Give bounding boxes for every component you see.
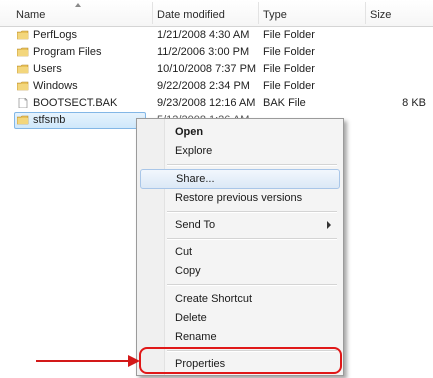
menu-item-label: Open: [175, 126, 204, 138]
menu-item-label: Rename: [175, 331, 217, 343]
file-name: PerfLogs: [33, 29, 78, 41]
folder-icon: [17, 47, 29, 57]
file-date: 1/21/2008 4:30 AM: [157, 29, 250, 41]
file-date: 10/10/2008 7:37 PM: [157, 63, 257, 75]
menu-item-delete[interactable]: Delete: [139, 309, 339, 327]
file-date: 9/22/2008 2:34 PM: [157, 80, 250, 92]
file-name: Program Files: [33, 46, 102, 58]
file-row-users[interactable]: Users 10/10/2008 7:37 PM File Folder: [0, 61, 433, 78]
submenu-arrow-icon: [327, 221, 331, 229]
menu-item-open[interactable]: Open: [139, 123, 339, 141]
file-type: File Folder: [263, 46, 315, 58]
folder-icon: [17, 30, 29, 40]
menu-item-copy[interactable]: Copy: [139, 262, 339, 280]
file-row-windows[interactable]: Windows 9/22/2008 2:34 PM File Folder: [0, 78, 433, 95]
menu-item-share[interactable]: Share...: [140, 169, 340, 189]
file-date: 11/2/2006 3:00 PM: [157, 46, 250, 58]
file-icon: [18, 98, 28, 108]
file-name: Windows: [33, 80, 78, 92]
file-type: File Folder: [263, 29, 315, 41]
column-divider[interactable]: [365, 2, 366, 24]
menu-item-send-to[interactable]: Send To: [139, 216, 339, 234]
menu-separator: [167, 284, 337, 286]
menu-item-restore-previous-versions[interactable]: Restore previous versions: [139, 189, 339, 207]
file-name: BOOTSECT.BAK: [33, 97, 118, 109]
menu-item-explore[interactable]: Explore: [139, 142, 339, 160]
column-header-date-modified[interactable]: Date modified: [157, 9, 225, 21]
sort-ascending-icon: [75, 3, 81, 7]
menu-item-cut[interactable]: Cut: [139, 243, 339, 261]
menu-item-create-shortcut[interactable]: Create Shortcut: [139, 290, 339, 308]
menu-item-label: Share...: [176, 173, 215, 185]
folder-icon: [17, 81, 29, 91]
menu-item-label: Explore: [175, 145, 213, 157]
file-type: File Folder: [263, 80, 315, 92]
file-date: 9/23/2008 12:16 AM: [157, 97, 256, 109]
file-row-program-files[interactable]: Program Files 11/2/2006 3:00 PM File Fol…: [0, 44, 433, 61]
menu-item-label: Cut: [175, 246, 193, 258]
menu-item-label: Send To: [175, 219, 216, 231]
file-name: stfsmb: [33, 114, 66, 126]
annotation-arrow-head-icon: [128, 355, 140, 367]
file-size: 8 KB: [402, 97, 426, 109]
menu-item-label: Delete: [175, 312, 207, 324]
menu-item-label: Copy: [175, 265, 201, 277]
menu-item-label: Restore previous versions: [175, 192, 303, 204]
column-header-bar: Name Date modified Type Size: [0, 0, 433, 27]
context-menu: Open Explore Share... Restore previous v…: [136, 118, 344, 376]
menu-item-label: Create Shortcut: [175, 293, 253, 305]
file-type: File Folder: [263, 63, 315, 75]
column-divider[interactable]: [152, 2, 153, 24]
properties-highlight-callout: [139, 347, 342, 374]
file-row-perflogs[interactable]: PerfLogs 1/21/2008 4:30 AM File Folder: [0, 27, 433, 44]
folder-icon: [17, 115, 29, 125]
file-type: BAK File: [263, 97, 306, 109]
file-name: Users: [33, 63, 62, 75]
menu-separator: [167, 211, 337, 213]
column-header-name[interactable]: Name: [16, 9, 45, 21]
annotation-arrow-line: [36, 360, 130, 362]
column-header-type[interactable]: Type: [263, 9, 287, 21]
column-divider[interactable]: [258, 2, 259, 24]
menu-separator: [167, 164, 337, 166]
column-header-size[interactable]: Size: [370, 9, 391, 21]
folder-icon: [17, 64, 29, 74]
file-row-bootsect[interactable]: BOOTSECT.BAK 9/23/2008 12:16 AM BAK File…: [0, 95, 433, 112]
menu-separator: [167, 238, 337, 240]
menu-item-rename[interactable]: Rename: [139, 328, 339, 346]
